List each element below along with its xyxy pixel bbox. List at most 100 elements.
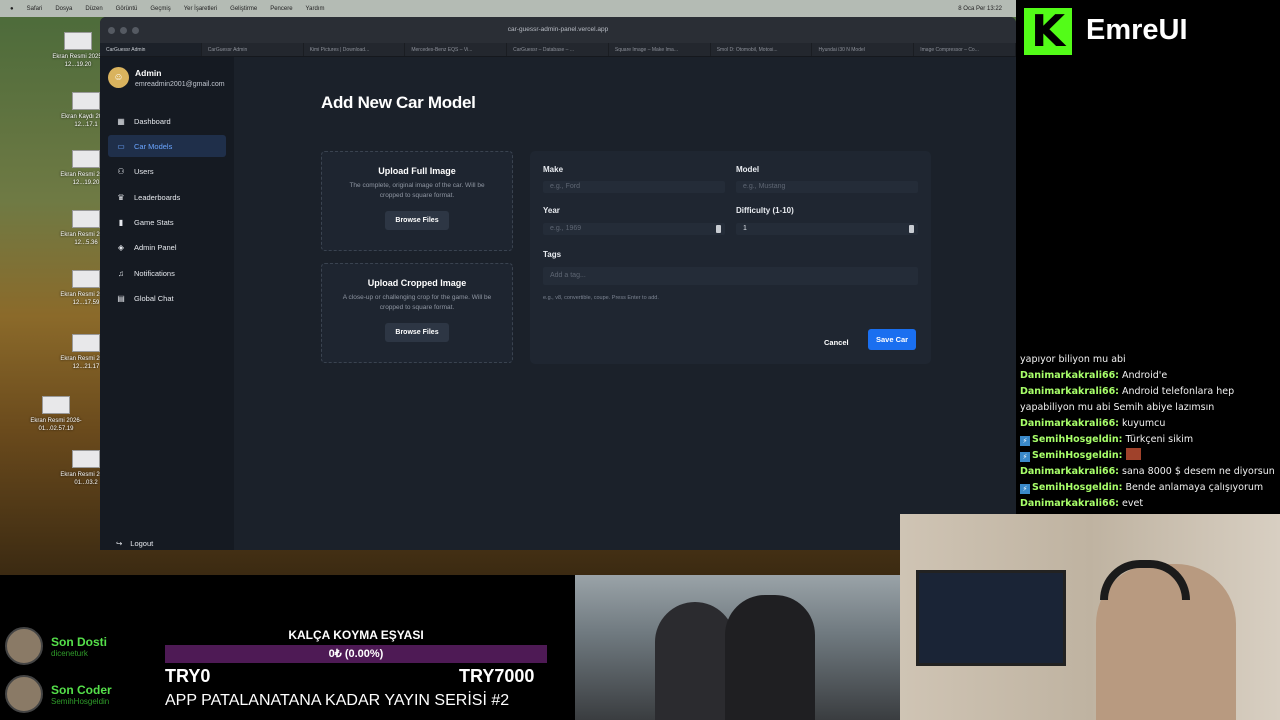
upload-cropped-image-dropzone[interactable]: Upload Cropped Image A close-up or chall… <box>321 263 513 363</box>
save-car-button[interactable]: Save Car <box>868 329 917 350</box>
menu-item-bookmarks[interactable]: Yer İşaretleri <box>184 6 217 12</box>
chat-messages: yapıyor biliyon mu abi Danimarkakrali66: … <box>1020 352 1276 512</box>
chat-message: Danimarkakrali66: Android telefonlara he… <box>1020 384 1276 416</box>
file-thumbnail <box>72 270 100 288</box>
browser-tab[interactable]: Hyundai i30 N Model <box>812 43 915 56</box>
file-thumbnail <box>64 32 92 50</box>
chat-text: Bende anlamaya çalışıyorum <box>1122 482 1264 493</box>
last-donor-title: Son Dosti <box>51 634 107 649</box>
browse-files-button[interactable]: Browse Files <box>385 323 449 342</box>
user-name: Admin <box>135 67 162 78</box>
file-thumbnail <box>72 92 100 110</box>
goal-max: TRY7000 <box>459 666 535 686</box>
sidebar-item-leaderboards[interactable]: ♛ Leaderboards <box>108 186 226 208</box>
user-profile[interactable]: ☺ Admin emreadmin2001@gmail.com <box>108 67 225 88</box>
last-coder-name: SemihHosgeldin <box>51 696 110 706</box>
chat-username[interactable]: Danimarkakrali66: <box>1020 418 1119 429</box>
upload-title: Upload Cropped Image <box>367 278 467 288</box>
browse-files-button[interactable]: Browse Files <box>385 211 449 230</box>
upload-full-image-dropzone[interactable]: Upload Full Image The complete, original… <box>321 151 513 251</box>
chat-message: yapıyor biliyon mu abi <box>1020 352 1276 368</box>
chat-message: Danimarkakrali66: kuyumcu <box>1020 416 1276 432</box>
difficulty-label: Difficulty (1-10) <box>736 206 794 215</box>
sidebar-item-admin-panel[interactable]: ◈ Admin Panel <box>108 237 226 259</box>
goal-title: KALÇA KOYMA EŞYASI <box>288 628 424 642</box>
chat-username[interactable]: Danimarkakrali66: <box>1020 498 1119 509</box>
menu-item-window[interactable]: Pencere <box>270 6 292 12</box>
sidebar-nav: ▦ Dashboard ▭ Car Models ⚇ Users ♛ Leaderboa… <box>108 110 226 313</box>
apple-icon[interactable]: ● <box>10 6 14 12</box>
chat-username[interactable]: SemihHosgeldin: <box>1032 434 1122 445</box>
last-donor-name: diceneturk <box>51 648 88 658</box>
menu-item-edit[interactable]: Düzen <box>85 6 102 12</box>
chat-text: kuyumcu <box>1119 418 1166 429</box>
chat-username[interactable]: SemihHosgeldin: <box>1032 482 1122 493</box>
chat-message: Danimarkakrali66: evet <box>1020 496 1276 512</box>
address-bar[interactable]: car-guessr-admin-panel.vercel.app <box>100 17 1016 43</box>
users-icon: ⚇ <box>117 167 125 177</box>
chat-username[interactable]: SemihHosgeldin: <box>1032 450 1122 461</box>
person-figure <box>655 602 735 720</box>
sidebar-item-notifications[interactable]: ♫ Notifications <box>108 262 226 284</box>
sidebar-item-users[interactable]: ⚇ Users <box>108 161 226 183</box>
menu-item-safari[interactable]: Safari <box>27 6 43 12</box>
moderator-badge-icon: ⚡ <box>1020 436 1030 446</box>
stepper-icon[interactable] <box>716 225 721 233</box>
difficulty-input[interactable]: 1 <box>736 223 918 235</box>
chat-username[interactable]: Danimarkakrali66: <box>1020 386 1119 397</box>
menu-item-view[interactable]: Görüntü <box>116 6 138 12</box>
browser-tab[interactable]: Image Compressor – Co... <box>914 43 1016 56</box>
grid-icon: ▦ <box>117 116 125 126</box>
channel-name: EmreUI <box>1086 14 1188 46</box>
browser-tab[interactable]: Kimi Pictures | Download... <box>304 43 406 56</box>
tags-label: Tags <box>543 250 562 259</box>
menu-item-develop[interactable]: Geliştirme <box>230 6 257 12</box>
chat-message: ⚡ SemihHosgeldin: Türkçeni sikim <box>1020 432 1276 448</box>
browser-tab[interactable]: CarGuessr – Database – ... <box>507 43 609 56</box>
chat-username[interactable]: Danimarkakrali66: <box>1020 466 1119 477</box>
model-label: Model <box>736 165 760 174</box>
shield-icon: ◈ <box>117 243 125 253</box>
goal-min: TRY0 <box>165 666 211 686</box>
desktop-file[interactable]: Ekran Resmi 2026-01...02.57.19 <box>26 396 86 433</box>
menu-item-history[interactable]: Geçmiş <box>150 6 170 12</box>
desktop-file[interactable]: Ekran Resmi 2025-12...19.20 <box>48 32 108 69</box>
model-input[interactable]: e.g., Mustang <box>736 181 918 193</box>
make-input[interactable]: e.g., Ford <box>543 181 725 193</box>
logout-button[interactable]: ↪ Logout <box>116 539 153 548</box>
file-thumbnail <box>42 396 70 414</box>
cancel-button[interactable]: Cancel <box>824 338 849 347</box>
trophy-icon: ♛ <box>117 192 125 202</box>
sidebar-item-dashboard[interactable]: ▦ Dashboard <box>108 110 226 132</box>
stepper-icon[interactable] <box>909 225 914 233</box>
chat-text: Türkçeni sikim <box>1122 434 1194 445</box>
year-label: Year <box>543 206 560 215</box>
browser-tab[interactable]: Square Image – Make Ima... <box>609 43 711 56</box>
menu-clock[interactable]: 8 Oca Per 13:22 <box>958 6 1002 12</box>
sidebar-item-car-models[interactable]: ▭ Car Models <box>108 135 226 158</box>
browser-tab[interactable]: Mercedes-Benz EQS – Vi... <box>405 43 508 56</box>
chat-text: evet <box>1119 498 1144 509</box>
tags-input[interactable]: Add a tag... <box>543 267 918 285</box>
chat-text: yapıyor biliyon mu abi <box>1020 354 1126 365</box>
file-thumbnail <box>72 210 100 228</box>
avatar <box>5 627 43 665</box>
chat-message: Danimarkakrali66: sana 8000 $ desem ne d… <box>1020 464 1276 480</box>
car-icon: ▭ <box>117 141 125 151</box>
browser-tab[interactable]: Smol D: Otomobil, Motosi... <box>711 43 813 56</box>
sidebar-item-global-chat[interactable]: ▤ Global Chat <box>108 288 226 310</box>
browser-window: car-guessr-admin-panel.vercel.app CarGue… <box>100 17 1016 550</box>
chat-username[interactable]: Danimarkakrali66: <box>1020 370 1119 381</box>
goal-progress-text: 0₺ (0.00%) <box>328 648 384 660</box>
menu-item-help[interactable]: Yardım <box>306 6 325 12</box>
browser-tab[interactable]: CarGuessr Admin <box>202 43 304 56</box>
bell-icon: ♫ <box>118 268 124 278</box>
upload-description: A close-up or challenging crop for the g… <box>342 294 492 311</box>
year-input[interactable]: e.g., 1969 <box>543 223 725 235</box>
chat-message: ⚡ SemihHosgeldin: Bende anlamaya çalışıyo… <box>1020 480 1276 496</box>
menu-item-file[interactable]: Dosya <box>55 6 72 12</box>
video-clip <box>575 575 900 720</box>
sidebar-item-game-stats[interactable]: ▮ Game Stats <box>108 212 226 234</box>
browser-tab[interactable]: CarGuessr Admin <box>100 43 202 56</box>
person-figure <box>725 595 815 720</box>
